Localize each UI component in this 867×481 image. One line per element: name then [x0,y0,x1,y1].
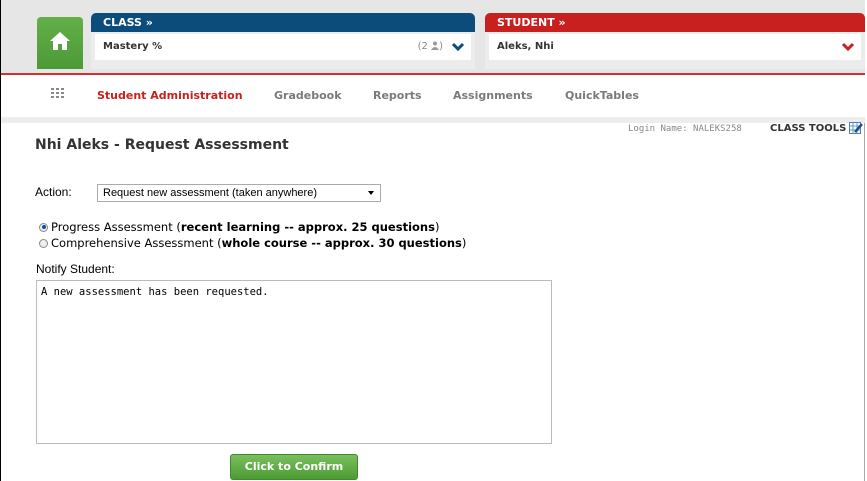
edit-grid-icon [849,122,864,134]
nav-quicktables[interactable]: QuickTables [565,89,639,102]
class-count-open: (2 [417,41,428,52]
class-selector[interactable]: Mastery % (2 ) [95,34,471,60]
top-bar: CLASS » Mastery % (2 ) STUDENT » Aleks, … [1,0,865,75]
dropdown-arrow-icon [368,191,374,195]
option-bold-text: recent learning -- approx. 25 questions [180,220,435,234]
class-tools-label: CLASS TOOLS [770,123,847,134]
class-header[interactable]: CLASS » [91,13,475,32]
action-label: Action: [35,185,72,199]
option-text: Progress Assessment ( [51,220,181,234]
apps-grid-icon[interactable] [51,88,65,100]
nav-gradebook[interactable]: Gradebook [274,89,342,102]
person-icon [431,41,440,50]
student-value: Aleks, Nhi [497,41,554,52]
nav-assignments[interactable]: Assignments [453,89,533,102]
class-student-count: (2 ) [418,34,443,60]
action-select[interactable]: Request new assessment (taken anywhere) [97,184,381,202]
option-close: ) [434,220,440,234]
class-value: Mastery % [103,41,163,52]
radio-progress[interactable] [39,222,48,232]
radio-comprehensive[interactable] [39,238,48,248]
home-button[interactable] [37,17,83,69]
progress-assessment-option[interactable]: Progress Assessment (recent learning -- … [39,220,439,234]
student-selector[interactable]: Aleks, Nhi [489,34,861,60]
option-text: Comprehensive Assessment ( [51,236,222,250]
nav-reports[interactable]: Reports [373,89,422,102]
page-title: Nhi Aleks - Request Assessment [35,137,289,153]
student-panel: STUDENT » Aleks, Nhi [485,13,865,69]
nav-student-administration[interactable]: Student Administration [97,89,243,102]
chevron-down-icon[interactable] [841,35,855,59]
home-icon [50,32,70,50]
chevron-down-icon[interactable] [451,35,465,59]
student-header[interactable]: STUDENT » [485,13,865,32]
action-select-value: Request new assessment (taken anywhere) [103,187,317,199]
option-close: ) [461,236,467,250]
confirm-button[interactable]: Click to Confirm [230,454,358,480]
notify-message-textarea[interactable]: A new assessment has been requested. [36,280,552,444]
option-bold-text: whole course -- approx. 30 questions [221,236,462,250]
login-name: Login Name: NALEKS258 [628,124,742,134]
comprehensive-assessment-option[interactable]: Comprehensive Assessment (whole course -… [39,236,466,250]
notify-student-label: Notify Student: [36,262,115,276]
class-count-close: ) [439,41,443,52]
main-nav: Student Administration Gradebook Reports… [1,75,865,123]
class-tools-link[interactable]: CLASS TOOLS [770,122,864,134]
class-panel: CLASS » Mastery % (2 ) [91,13,475,69]
